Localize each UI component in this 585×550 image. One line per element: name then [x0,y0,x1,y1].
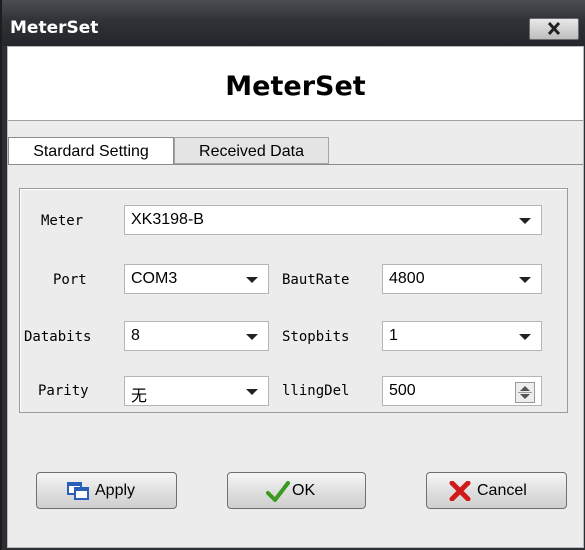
spin-divider [518,392,532,393]
bautrate-value: 4800 [389,270,425,287]
llingdel-label: llingDel [282,383,350,399]
parity-value: 无 [131,388,148,405]
port-select[interactable]: COM3 [124,264,269,294]
parity-label: Parity [38,383,89,399]
cancel-button[interactable]: Cancel [426,472,567,509]
ok-label: OK [292,482,316,499]
tab-standard-setting[interactable]: Stardard Setting [8,137,174,165]
chevron-down-icon [519,277,531,283]
close-button[interactable] [529,18,579,40]
header-banner: MeterSet [8,47,583,121]
title-bar[interactable]: MeterSet [2,0,585,46]
meter-value: XK3198-B [131,211,204,228]
close-icon [547,22,561,35]
stopbits-select[interactable]: 1 [382,321,542,351]
spin-buttons[interactable] [515,382,535,403]
bautrate-label: BautRate [282,272,350,288]
tab-received-data[interactable]: Received Data [174,137,329,164]
port-label: Port [53,272,87,288]
chevron-down-icon [246,389,258,395]
window-title: MeterSet [10,18,99,38]
spin-down-icon[interactable] [520,394,530,399]
cancel-label: Cancel [477,482,527,499]
meterset-window: MeterSet MeterSet Stardard Setting Recei… [2,0,585,550]
header-title: MeterSet [225,71,366,102]
settings-group: Meter XK3198-B Port COM3 BautRate 4800 D… [19,188,568,413]
databits-label: Databits [24,329,92,345]
apply-label: Apply [95,482,136,499]
dialog-client: MeterSet Stardard Setting Received Data … [7,46,584,548]
chevron-down-icon [246,277,258,283]
llingdel-spinbox[interactable]: 500 [382,376,542,406]
parity-select[interactable]: 无 [124,376,269,406]
port-value: COM3 [131,270,178,287]
databits-select[interactable]: 8 [124,321,269,351]
meter-select[interactable]: XK3198-B [124,205,542,235]
meter-label: Meter [41,213,84,229]
chevron-down-icon [519,334,531,340]
chevron-down-icon [519,218,531,224]
stopbits-label: Stopbits [282,329,350,345]
apply-button[interactable]: Apply [36,472,177,509]
llingdel-value: 500 [389,382,416,399]
chevron-down-icon [246,334,258,340]
spin-up-icon[interactable] [520,386,530,391]
stopbits-value: 1 [389,327,398,344]
checkmark-icon [266,481,290,502]
databits-value: 8 [131,327,140,344]
settings-panel: Meter XK3198-B Port COM3 BautRate 4800 D… [8,164,583,430]
bautrate-select[interactable]: 4800 [382,264,542,294]
ok-button[interactable]: OK [227,472,366,509]
x-icon [449,481,471,501]
window-icon [67,482,89,500]
